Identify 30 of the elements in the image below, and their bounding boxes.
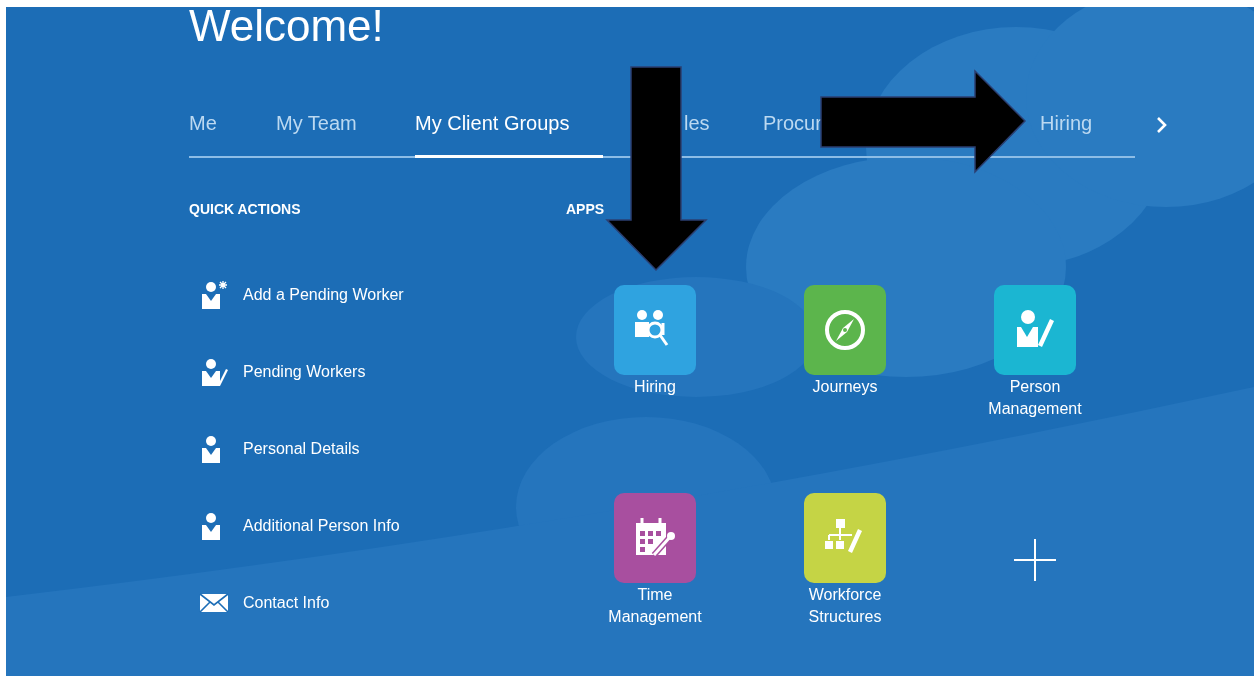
app-tile[interactable] — [994, 285, 1076, 375]
nav-tab[interactable]: les — [684, 111, 710, 158]
quick-action-link[interactable]: Personal Details — [243, 439, 360, 458]
person-edit-icon — [199, 356, 229, 387]
chevron-right-icon[interactable] — [1156, 115, 1168, 134]
envelope-icon — [199, 592, 229, 613]
compass-icon — [822, 307, 868, 353]
quick-action-link[interactable]: Contact Info — [243, 593, 330, 612]
quick-action-link[interactable]: Additional Person Info — [243, 516, 400, 535]
app-label: Hiring — [633, 377, 677, 397]
app-label: Journeys — [811, 377, 879, 397]
app-tile[interactable] — [614, 285, 696, 375]
nav-tab[interactable]: Procur — [763, 111, 822, 158]
nav-tab[interactable]: My Team — [276, 111, 357, 158]
app-label: Time Management — [607, 585, 703, 627]
welcome-heading: Welcome! — [189, 7, 385, 51]
nav-tab[interactable]: Me — [189, 111, 217, 158]
app-label: Person Management — [987, 377, 1083, 419]
app-tile[interactable] — [804, 493, 886, 583]
section-heading: APPS — [566, 200, 606, 218]
app-tile[interactable] — [804, 285, 886, 375]
app-tile[interactable] — [614, 493, 696, 583]
app-label: Workforce Structures — [807, 585, 883, 627]
person-add-icon — [199, 279, 229, 310]
nav-tab[interactable]: My Client Groups — [415, 111, 603, 158]
quick-action-link[interactable]: Add a Pending Worker — [243, 285, 404, 304]
section-heading: QUICK ACTIONS — [189, 200, 302, 218]
quick-action-link[interactable]: Pending Workers — [243, 362, 366, 381]
add-icon[interactable] — [1014, 539, 1056, 581]
nav-tab[interactable]: Hiring — [1040, 111, 1093, 158]
